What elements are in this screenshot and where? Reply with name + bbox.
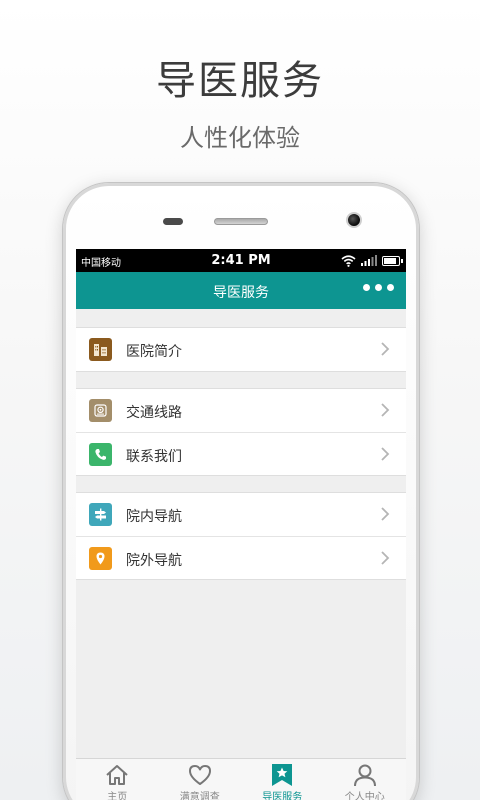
menu-item-label: 院内导航 (126, 509, 182, 525)
menu-item-hospital-intro[interactable]: 医院简介 (76, 328, 406, 371)
tab-guide-service[interactable]: 导医服务 (241, 759, 324, 800)
map-pin-icon (89, 399, 112, 422)
nav-title: 导医服务 (213, 285, 269, 301)
wifi-icon (341, 254, 356, 267)
tab-label: 满意调查 (179, 792, 220, 800)
menu-item-indoor-navigation[interactable]: 院内导航 (76, 493, 406, 536)
nav-bar: 导医服务 (76, 272, 406, 309)
menu-item-label: 交通线路 (126, 405, 182, 421)
bookmark-star-icon (272, 764, 293, 786)
battery-icon (382, 255, 403, 266)
menu-item-label: 医院简介 (126, 344, 182, 360)
menu-group-3: 院内导航 院外导航 (76, 492, 406, 580)
chevron-right-icon (381, 507, 390, 521)
menu-group-1: 医院简介 (76, 327, 406, 372)
tab-label: 个人中心 (344, 792, 385, 800)
menu-group-2: 交通线路 联系我们 (76, 388, 406, 476)
earpiece-speaker (214, 218, 268, 225)
promo-title: 导医服务 (156, 58, 324, 104)
home-icon (106, 765, 128, 785)
status-icons (341, 254, 403, 267)
chevron-right-icon (381, 342, 390, 356)
user-icon (353, 764, 376, 787)
menu-item-label: 院外导航 (126, 553, 182, 569)
status-bar: 中国移动 2:41 PM (76, 249, 406, 272)
menu-item-outdoor-navigation[interactable]: 院外导航 (76, 536, 406, 579)
tab-label: 主页 (107, 792, 128, 800)
menu-item-contact-us[interactable]: 联系我们 (76, 432, 406, 475)
more-dots-icon[interactable] (363, 284, 394, 291)
menu-item-label: 联系我们 (126, 449, 182, 465)
phone-icon (89, 443, 112, 466)
proximity-sensor (163, 218, 183, 225)
signal-icon (361, 255, 377, 266)
building-icon (89, 338, 112, 361)
heart-icon (188, 765, 211, 785)
chevron-right-icon (381, 447, 390, 461)
tab-home[interactable]: 主页 (76, 759, 159, 800)
chevron-right-icon (381, 551, 390, 565)
location-icon (89, 547, 112, 570)
tab-label: 导医服务 (262, 792, 303, 800)
bottom-tab-bar: 主页 满意调查 导医服务 个人中心 (76, 758, 406, 800)
chevron-right-icon (381, 403, 390, 417)
tab-personal-center[interactable]: 个人中心 (324, 759, 407, 800)
tab-satisfaction-survey[interactable]: 满意调查 (159, 759, 242, 800)
signpost-icon (89, 503, 112, 526)
front-camera (346, 212, 362, 228)
menu-item-traffic-routes[interactable]: 交通线路 (76, 389, 406, 432)
phone-screen: 中国移动 2:41 PM 导医服务 医院简介 交通线路 联系我们 院内导航 院外… (76, 249, 406, 800)
promo-subtitle: 人性化体验 (180, 124, 300, 152)
